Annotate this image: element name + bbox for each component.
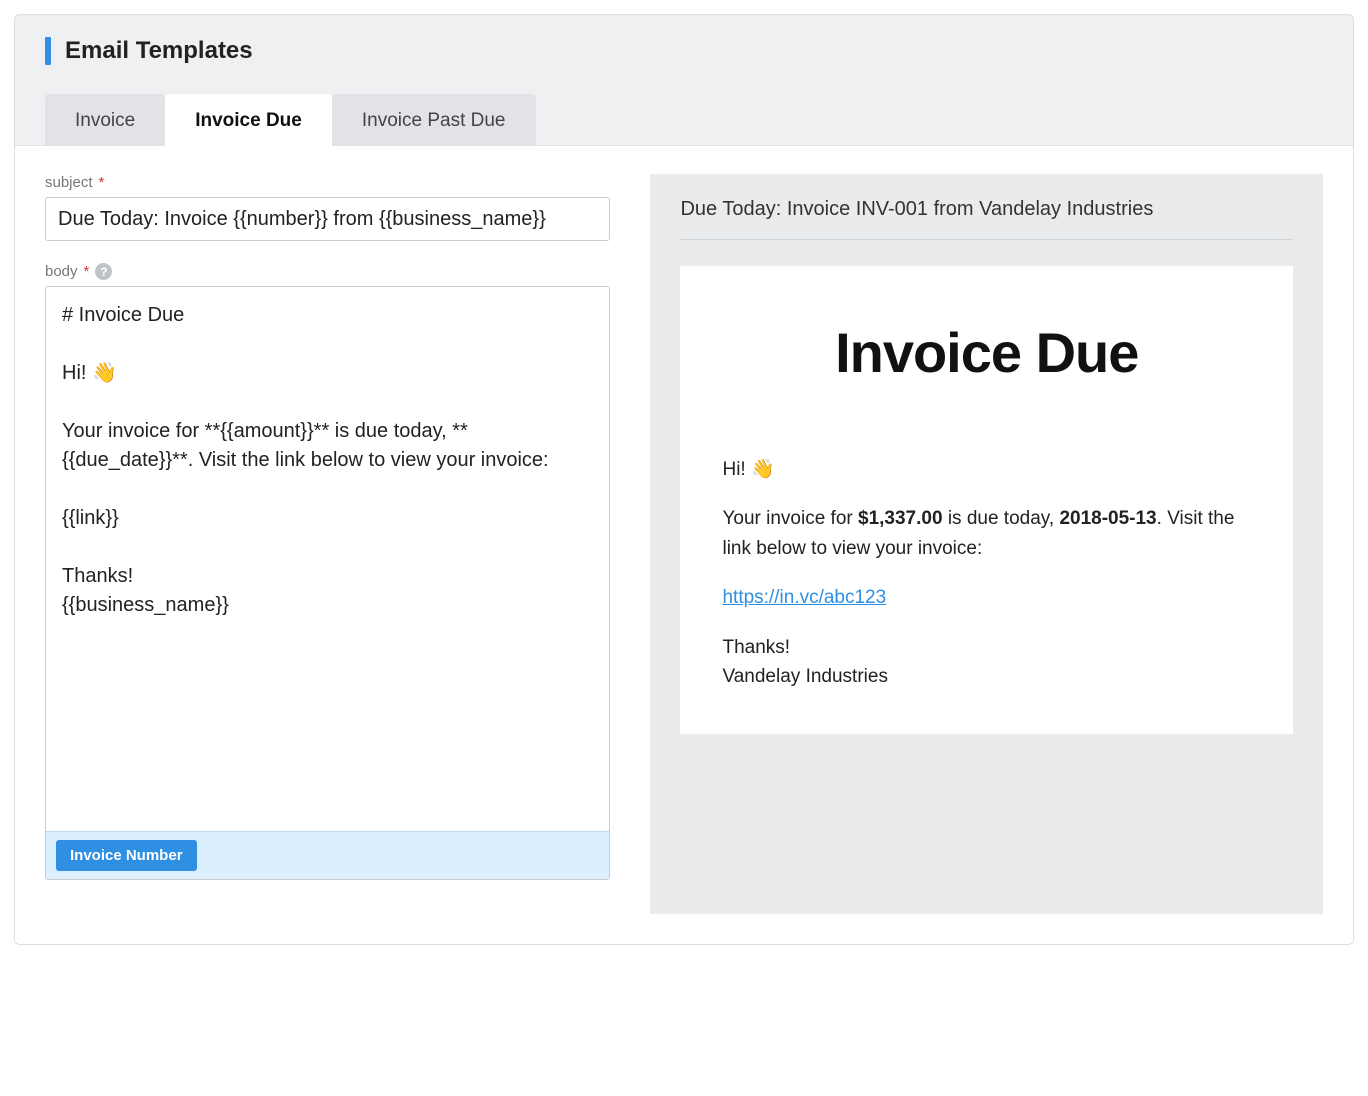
body-field-wrapper: Invoice Number: [45, 286, 610, 880]
preview-signoff: Thanks! Vandelay Industries: [722, 633, 1251, 692]
preview-paragraph: Your invoice for $1,337.00 is due today,…: [722, 504, 1251, 563]
preview-divider: [680, 239, 1293, 240]
preview-card: Invoice Due Hi! 👋 Your invoice for $1,33…: [680, 266, 1293, 734]
tab-invoice[interactable]: Invoice: [45, 94, 165, 146]
body-label: body: [45, 263, 78, 280]
required-marker: *: [99, 174, 105, 191]
preview-greeting: Hi! 👋: [722, 455, 1251, 484]
preview-text: Your invoice for: [722, 508, 858, 529]
tabs: Invoice Invoice Due Invoice Past Due: [45, 93, 1323, 145]
required-marker: *: [84, 263, 90, 280]
body-textarea[interactable]: [46, 287, 609, 827]
suggestion-chip-invoice-number[interactable]: Invoice Number: [56, 840, 197, 871]
preview-frame: Due Today: Invoice INV-001 from Vandelay…: [650, 174, 1323, 914]
preview-body: Hi! 👋 Your invoice for $1,337.00 is due …: [722, 455, 1251, 692]
subject-label: subject: [45, 174, 93, 191]
editor-column: subject * body * ? Invoice Number: [15, 146, 630, 944]
tab-invoice-due[interactable]: Invoice Due: [165, 94, 332, 146]
preview-due-date: 2018-05-13: [1059, 508, 1156, 529]
title-row: Email Templates: [45, 37, 1323, 65]
preview-text: is due today,: [943, 508, 1060, 529]
preview-link[interactable]: https://in.vc/abc123: [722, 587, 886, 608]
preview-thanks: Thanks!: [722, 637, 790, 658]
suggestion-bar: Invoice Number: [46, 831, 609, 879]
preview-amount: $1,337.00: [858, 508, 943, 529]
preview-subject: Due Today: Invoice INV-001 from Vandelay…: [680, 198, 1293, 221]
preview-signature: Vandelay Industries: [722, 666, 887, 687]
tab-invoice-past-due[interactable]: Invoice Past Due: [332, 94, 536, 146]
subject-label-row: subject *: [45, 174, 610, 191]
preview-column: Due Today: Invoice INV-001 from Vandelay…: [630, 146, 1353, 944]
page-title: Email Templates: [65, 37, 253, 65]
email-templates-panel: Email Templates Invoice Invoice Due Invo…: [14, 14, 1354, 945]
preview-heading: Invoice Due: [722, 320, 1251, 385]
title-accent-bar: [45, 37, 51, 65]
preview-link-row: https://in.vc/abc123: [722, 583, 1251, 612]
subject-input[interactable]: [45, 197, 610, 241]
body-label-row: body * ?: [45, 263, 610, 280]
help-icon[interactable]: ?: [95, 263, 112, 280]
panel-body: subject * body * ? Invoice Number Due Toda…: [15, 145, 1353, 944]
panel-header: Email Templates Invoice Invoice Due Invo…: [15, 15, 1353, 145]
